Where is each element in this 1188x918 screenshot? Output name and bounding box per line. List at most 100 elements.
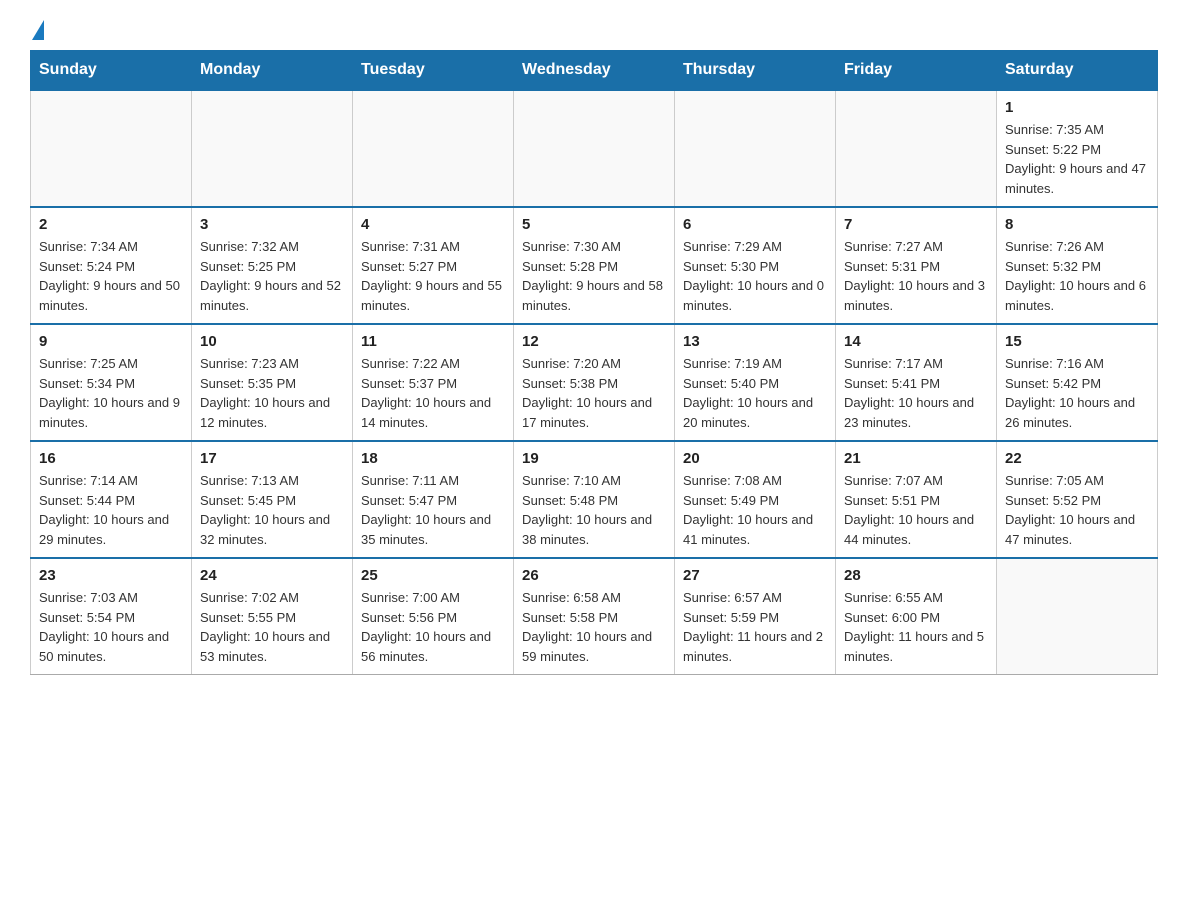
day-info: Sunrise: 7:17 AM Sunset: 5:41 PM Dayligh… xyxy=(844,354,988,432)
day-info: Sunrise: 7:07 AM Sunset: 5:51 PM Dayligh… xyxy=(844,471,988,549)
day-info: Sunrise: 6:57 AM Sunset: 5:59 PM Dayligh… xyxy=(683,588,827,666)
calendar-day-cell: 6 Sunrise: 7:29 AM Sunset: 5:30 PM Daylig… xyxy=(675,207,836,324)
day-info: Sunrise: 7:13 AM Sunset: 5:45 PM Dayligh… xyxy=(200,471,344,549)
day-number: 23 xyxy=(39,567,183,584)
calendar-day-cell xyxy=(997,558,1158,675)
calendar-day-cell: 21 Sunrise: 7:07 AM Sunset: 5:51 PM Dayli… xyxy=(836,441,997,558)
day-number: 6 xyxy=(683,216,827,233)
day-number: 11 xyxy=(361,333,505,350)
day-number: 2 xyxy=(39,216,183,233)
calendar-day-cell xyxy=(353,90,514,207)
calendar-day-cell: 15 Sunrise: 7:16 AM Sunset: 5:42 PM Dayli… xyxy=(997,324,1158,441)
day-number: 28 xyxy=(844,567,988,584)
day-number: 4 xyxy=(361,216,505,233)
calendar-day-cell: 3 Sunrise: 7:32 AM Sunset: 5:25 PM Daylig… xyxy=(192,207,353,324)
day-info: Sunrise: 7:35 AM Sunset: 5:22 PM Dayligh… xyxy=(1005,120,1149,198)
day-number: 20 xyxy=(683,450,827,467)
day-number: 10 xyxy=(200,333,344,350)
day-number: 5 xyxy=(522,216,666,233)
day-info: Sunrise: 7:10 AM Sunset: 5:48 PM Dayligh… xyxy=(522,471,666,549)
calendar-day-cell: 25 Sunrise: 7:00 AM Sunset: 5:56 PM Dayli… xyxy=(353,558,514,675)
calendar-day-cell xyxy=(514,90,675,207)
calendar-week-row: 16Sunrise: 7:14 AM Sunset: 5:44 PM Dayli… xyxy=(31,441,1158,558)
day-number: 12 xyxy=(522,333,666,350)
day-number: 18 xyxy=(361,450,505,467)
day-number: 1 xyxy=(1005,99,1149,116)
calendar-table: SundayMondayTuesdayWednesdayThursdayFrid… xyxy=(30,50,1158,675)
calendar-week-row: 2 Sunrise: 7:34 AM Sunset: 5:24 PM Daylig… xyxy=(31,207,1158,324)
day-info: Sunrise: 7:27 AM Sunset: 5:31 PM Dayligh… xyxy=(844,237,988,315)
calendar-day-cell xyxy=(836,90,997,207)
day-number: 3 xyxy=(200,216,344,233)
day-of-week-header: Tuesday xyxy=(353,51,514,91)
day-info: Sunrise: 7:03 AM Sunset: 5:54 PM Dayligh… xyxy=(39,588,183,666)
calendar-day-cell: 1 Sunrise: 7:35 AM Sunset: 5:22 PM Daylig… xyxy=(997,90,1158,207)
calendar-day-cell: 23 Sunrise: 7:03 AM Sunset: 5:54 PM Dayli… xyxy=(31,558,192,675)
calendar-day-cell: 7 Sunrise: 7:27 AM Sunset: 5:31 PM Daylig… xyxy=(836,207,997,324)
logo xyxy=(30,20,46,40)
calendar-week-row: 9 Sunrise: 7:25 AM Sunset: 5:34 PM Daylig… xyxy=(31,324,1158,441)
calendar-day-cell: 27 Sunrise: 6:57 AM Sunset: 5:59 PM Dayli… xyxy=(675,558,836,675)
day-of-week-header: Friday xyxy=(836,51,997,91)
day-number: 19 xyxy=(522,450,666,467)
day-number: 25 xyxy=(361,567,505,584)
day-info: Sunrise: 7:30 AM Sunset: 5:28 PM Dayligh… xyxy=(522,237,666,315)
calendar-day-cell: 11 Sunrise: 7:22 AM Sunset: 5:37 PM Dayli… xyxy=(353,324,514,441)
day-info: Sunrise: 7:16 AM Sunset: 5:42 PM Dayligh… xyxy=(1005,354,1149,432)
day-info: Sunrise: 7:02 AM Sunset: 5:55 PM Dayligh… xyxy=(200,588,344,666)
calendar-day-cell: 4 Sunrise: 7:31 AM Sunset: 5:27 PM Daylig… xyxy=(353,207,514,324)
day-info: Sunrise: 7:25 AM Sunset: 5:34 PM Dayligh… xyxy=(39,354,183,432)
day-number: 22 xyxy=(1005,450,1149,467)
calendar-week-row: 1 Sunrise: 7:35 AM Sunset: 5:22 PM Daylig… xyxy=(31,90,1158,207)
calendar-day-cell: 14 Sunrise: 7:17 AM Sunset: 5:41 PM Dayli… xyxy=(836,324,997,441)
calendar-day-cell: 5 Sunrise: 7:30 AM Sunset: 5:28 PM Daylig… xyxy=(514,207,675,324)
day-of-week-header: Monday xyxy=(192,51,353,91)
day-info: Sunrise: 7:22 AM Sunset: 5:37 PM Dayligh… xyxy=(361,354,505,432)
day-number: 17 xyxy=(200,450,344,467)
calendar-header-row: SundayMondayTuesdayWednesdayThursdayFrid… xyxy=(31,51,1158,91)
calendar-day-cell: 19 Sunrise: 7:10 AM Sunset: 5:48 PM Dayli… xyxy=(514,441,675,558)
day-info: Sunrise: 7:34 AM Sunset: 5:24 PM Dayligh… xyxy=(39,237,183,315)
day-info: Sunrise: 7:20 AM Sunset: 5:38 PM Dayligh… xyxy=(522,354,666,432)
day-number: 9 xyxy=(39,333,183,350)
logo-triangle-icon xyxy=(32,20,44,40)
page-header xyxy=(30,20,1158,40)
day-of-week-header: Thursday xyxy=(675,51,836,91)
day-info: Sunrise: 7:29 AM Sunset: 5:30 PM Dayligh… xyxy=(683,237,827,315)
day-info: Sunrise: 6:58 AM Sunset: 5:58 PM Dayligh… xyxy=(522,588,666,666)
day-number: 26 xyxy=(522,567,666,584)
day-info: Sunrise: 6:55 AM Sunset: 6:00 PM Dayligh… xyxy=(844,588,988,666)
day-number: 14 xyxy=(844,333,988,350)
calendar-day-cell: 2 Sunrise: 7:34 AM Sunset: 5:24 PM Daylig… xyxy=(31,207,192,324)
day-number: 24 xyxy=(200,567,344,584)
day-number: 15 xyxy=(1005,333,1149,350)
calendar-day-cell xyxy=(31,90,192,207)
calendar-week-row: 23 Sunrise: 7:03 AM Sunset: 5:54 PM Dayli… xyxy=(31,558,1158,675)
day-info: Sunrise: 7:00 AM Sunset: 5:56 PM Dayligh… xyxy=(361,588,505,666)
day-number: 21 xyxy=(844,450,988,467)
calendar-day-cell: 22 Sunrise: 7:05 AM Sunset: 5:52 PM Dayli… xyxy=(997,441,1158,558)
day-info: Sunrise: 7:05 AM Sunset: 5:52 PM Dayligh… xyxy=(1005,471,1149,549)
calendar-day-cell: 20 Sunrise: 7:08 AM Sunset: 5:49 PM Dayli… xyxy=(675,441,836,558)
day-of-week-header: Wednesday xyxy=(514,51,675,91)
calendar-day-cell: 18 Sunrise: 7:11 AM Sunset: 5:47 PM Dayli… xyxy=(353,441,514,558)
calendar-day-cell: 16Sunrise: 7:14 AM Sunset: 5:44 PM Dayli… xyxy=(31,441,192,558)
day-number: 27 xyxy=(683,567,827,584)
day-number: 7 xyxy=(844,216,988,233)
day-number: 13 xyxy=(683,333,827,350)
calendar-day-cell: 9 Sunrise: 7:25 AM Sunset: 5:34 PM Daylig… xyxy=(31,324,192,441)
calendar-day-cell: 28 Sunrise: 6:55 AM Sunset: 6:00 PM Dayli… xyxy=(836,558,997,675)
calendar-day-cell: 17 Sunrise: 7:13 AM Sunset: 5:45 PM Dayli… xyxy=(192,441,353,558)
day-info: Sunrise: 7:08 AM Sunset: 5:49 PM Dayligh… xyxy=(683,471,827,549)
day-number: 16 xyxy=(39,450,183,467)
day-info: Sunrise: 7:32 AM Sunset: 5:25 PM Dayligh… xyxy=(200,237,344,315)
day-info: Sunrise: 7:31 AM Sunset: 5:27 PM Dayligh… xyxy=(361,237,505,315)
calendar-day-cell: 24 Sunrise: 7:02 AM Sunset: 5:55 PM Dayli… xyxy=(192,558,353,675)
calendar-day-cell xyxy=(192,90,353,207)
day-number: 8 xyxy=(1005,216,1149,233)
calendar-day-cell: 13Sunrise: 7:19 AM Sunset: 5:40 PM Dayli… xyxy=(675,324,836,441)
calendar-day-cell: 26 Sunrise: 6:58 AM Sunset: 5:58 PM Dayli… xyxy=(514,558,675,675)
day-info: Sunrise: 7:23 AM Sunset: 5:35 PM Dayligh… xyxy=(200,354,344,432)
day-info: Sunrise: 7:11 AM Sunset: 5:47 PM Dayligh… xyxy=(361,471,505,549)
day-info: Sunrise: 7:26 AM Sunset: 5:32 PM Dayligh… xyxy=(1005,237,1149,315)
